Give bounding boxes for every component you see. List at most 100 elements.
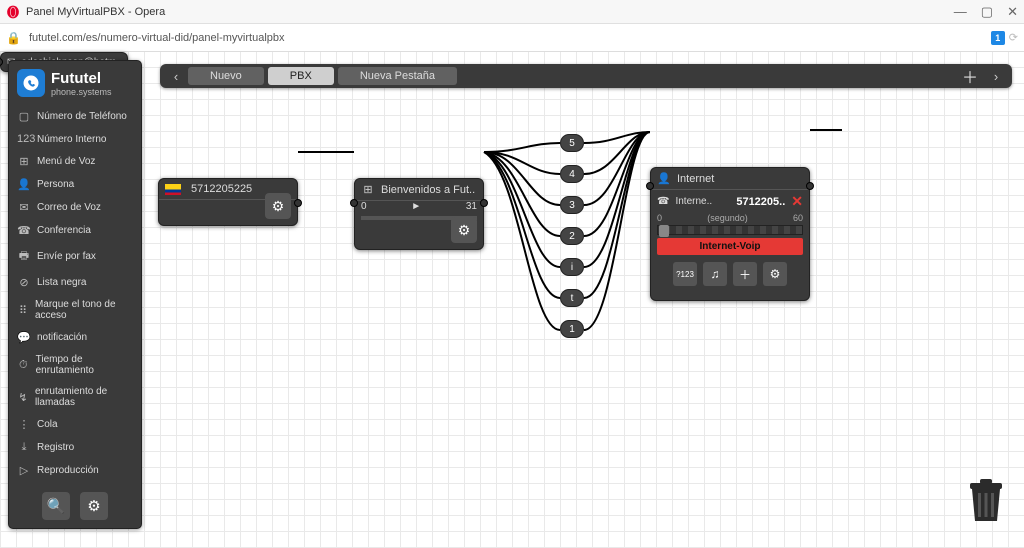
sidebar-item-14[interactable]: ▷Reproducción — [9, 459, 141, 482]
sidebar-item-9[interactable]: 💬 notificación — [9, 326, 141, 349]
address-bar[interactable]: 🔒 fututel.com/es/numero-virtual-did/pane… — [0, 24, 1024, 52]
settings-button[interactable]: ⚙ — [80, 492, 108, 520]
sidebar-item-icon: 👤 — [17, 178, 31, 191]
minimize-icon[interactable]: — — [954, 4, 967, 20]
sidebar-item-label: Tiempo de enrutamiento — [36, 354, 133, 376]
did-number: 5712205225 — [191, 183, 252, 195]
phone-icon: ☎ — [657, 196, 669, 207]
ivr-option-1[interactable]: 1 — [560, 320, 584, 338]
ivr-option-i[interactable]: i — [560, 258, 584, 276]
sync-icon[interactable]: ⟳ — [1009, 31, 1018, 44]
tab-pbx[interactable]: PBX — [268, 67, 334, 85]
timeout-slider[interactable] — [657, 225, 803, 235]
tab-nueva[interactable]: Nueva Pestaña — [338, 67, 457, 85]
extension-badge[interactable]: 1 — [991, 31, 1005, 45]
ivr-to: 31 — [466, 201, 477, 212]
sidebar-item-label: Correo de Voz — [37, 202, 101, 213]
sidebar-item-10[interactable]: ⏱ Tiempo de enrutamiento — [9, 349, 141, 381]
sidebar-item-icon: 123 — [17, 133, 31, 145]
slider-thumb[interactable] — [659, 225, 669, 237]
internet-voip-button[interactable]: Internet-Voip — [657, 238, 803, 255]
port-in[interactable] — [0, 58, 3, 66]
search-button[interactable]: 🔍 — [42, 492, 70, 520]
inet-row-remove[interactable]: ✕ — [791, 193, 803, 210]
ivr-settings[interactable]: ⚙ — [451, 217, 477, 243]
inet-row-num: 5712205.. — [736, 196, 785, 208]
brand: Fututel phone.systems — [9, 67, 141, 103]
inet-title: Internet — [677, 173, 714, 185]
sidebar-item-5[interactable]: ☎Conferencia — [9, 219, 141, 242]
tab-strip: ‹ Nuevo PBX Nueva Pestaña ＋ › — [160, 64, 1012, 88]
port-in[interactable] — [646, 182, 654, 190]
ivr-option-3[interactable]: 3 — [560, 196, 584, 214]
wires — [0, 52, 1024, 548]
tab-nuevo[interactable]: Nuevo — [188, 67, 264, 85]
sidebar-item-icon: ↯ — [17, 391, 29, 404]
ivr-option-4[interactable]: 4 — [560, 165, 584, 183]
maximize-icon[interactable]: ▢ — [981, 4, 993, 20]
sidebar-item-6[interactable]: 🖶Envíe por fax — [9, 242, 141, 271]
window-title: Panel MyVirtualPBX - Opera — [26, 6, 165, 18]
sidebar-item-1[interactable]: 123 Número Interno — [9, 128, 141, 150]
tabs-prev[interactable]: ‹ — [166, 69, 186, 84]
sidebar-item-icon: ⏱ — [17, 359, 30, 372]
canvas[interactable]: ‹ Nuevo PBX Nueva Pestaña ＋ › Fututel ph… — [0, 52, 1024, 548]
trash-icon[interactable] — [968, 479, 1004, 528]
inet-row-label: Interne.. — [675, 196, 730, 207]
sidebar-item-0[interactable]: ▢Número de Teléfono — [9, 105, 141, 128]
btn-gear[interactable]: ⚙ — [763, 262, 787, 286]
sidebar-item-label: Menú de Voz — [37, 156, 95, 167]
grid-icon: ⊞ — [361, 183, 375, 196]
lock-icon: 🔒 — [6, 31, 21, 45]
brand-sub: phone.systems — [51, 87, 112, 97]
ivr-title: Bienvenidos a Fut.. — [381, 184, 475, 196]
sl-label: (segundo) — [707, 213, 748, 223]
sidebar-item-icon: 💬 — [17, 331, 31, 344]
sidebar-item-2[interactable]: ⊞ Menú de Voz — [9, 150, 141, 173]
sidebar-item-13[interactable]: ⤓Registro — [9, 436, 141, 459]
opera-icon — [6, 5, 20, 19]
btn-music[interactable]: ♫ — [703, 262, 727, 286]
sidebar-item-icon: ☎ — [17, 224, 31, 237]
sidebar-item-11[interactable]: ↯enrutamiento de llamadas — [9, 381, 141, 413]
sidebar-item-icon: ⊞ — [17, 155, 31, 168]
sidebar-item-3[interactable]: 👤Persona — [9, 173, 141, 196]
sidebar-item-12[interactable]: ⋮Cola — [9, 413, 141, 436]
ivr-option-5[interactable]: 5 — [560, 134, 584, 152]
sidebar-item-icon: ⤓ — [17, 441, 31, 454]
sl-left: 0 — [657, 213, 662, 223]
sidebar-item-7[interactable]: ⊘Lista negra — [9, 271, 141, 294]
brand-name: Fututel — [51, 70, 112, 87]
sidebar-item-icon: ⊘ — [17, 276, 31, 289]
sidebar-item-8[interactable]: ⠿Marque el tono de acceso — [9, 294, 141, 326]
sidebar-item-label: Envíe por fax — [37, 251, 96, 262]
port-out[interactable] — [294, 199, 302, 207]
window-titlebar: Panel MyVirtualPBX - Opera — ▢ ✕ — [0, 0, 1024, 24]
node-internet[interactable]: 👤 Internet ☎ Interne.. 5712205.. ✕ 0 (segu… — [650, 167, 810, 301]
play-icon[interactable]: ► — [411, 201, 421, 212]
url-text: fututel.com/es/numero-virtual-did/panel-… — [29, 32, 285, 44]
person-icon: 👤 — [657, 172, 671, 185]
sidebar-item-label: Marque el tono de acceso — [35, 299, 133, 321]
port-out[interactable] — [480, 199, 488, 207]
sidebar-item-label: Número de Teléfono — [37, 111, 127, 122]
tab-add[interactable]: ＋ — [962, 64, 978, 88]
node-did[interactable]: 5712205225 ⚙ — [158, 178, 298, 226]
port-out[interactable] — [806, 182, 814, 190]
brand-icon — [17, 69, 45, 97]
tabs-next[interactable]: › — [986, 69, 1006, 84]
sidebar-item-icon: ✉ — [17, 201, 31, 214]
sidebar-item-4[interactable]: ✉ Correo de Voz — [9, 196, 141, 219]
sidebar-item-label: Reproducción — [37, 465, 99, 476]
ivr-option-2[interactable]: 2 — [560, 227, 584, 245]
sidebar-item-label: Número Interno — [37, 134, 106, 145]
ivr-option-t[interactable]: t — [560, 289, 584, 307]
btn-123[interactable]: ?123 — [673, 262, 697, 286]
close-icon[interactable]: ✕ — [1007, 4, 1018, 20]
port-in[interactable] — [350, 199, 358, 207]
did-settings[interactable]: ⚙ — [265, 193, 291, 219]
btn-add[interactable]: ＋ — [733, 262, 757, 286]
node-ivr[interactable]: ⊞Bienvenidos a Fut.. 0►31 ⚙ — [354, 178, 484, 250]
sl-right: 60 — [793, 213, 803, 223]
sidebar-item-label: notificación — [37, 332, 87, 343]
